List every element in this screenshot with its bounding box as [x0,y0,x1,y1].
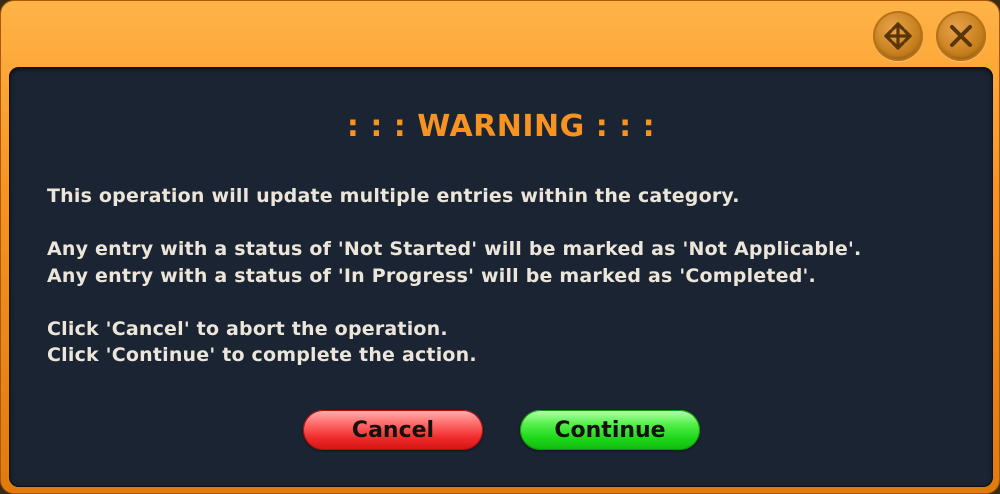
warning-heading: : : : WARNING : : : [346,109,656,144]
message-line: Any entry with a status of 'In Progress'… [47,264,816,287]
move-button[interactable] [873,11,923,61]
close-icon [950,25,972,47]
message-line: Any entry with a status of 'Not Started'… [47,238,862,260]
move-icon [884,22,912,50]
cancel-button[interactable]: Cancel [303,410,483,450]
message-line: Click 'Cancel' to abort the operation. [47,317,448,340]
dialog-titlebar[interactable] [1,1,1000,65]
message-line: This operation will update multiple entr… [47,185,740,207]
warning-message: This operation will update multiple entr… [47,183,987,369]
continue-button[interactable]: Continue [520,410,700,450]
dialog-content-panel: : : : WARNING : : : This operation will … [9,67,993,487]
close-button[interactable] [936,11,986,61]
message-line: Click 'Continue' to complete the action. [47,344,477,366]
warning-dialog: : : : WARNING : : : This operation will … [0,0,1000,494]
